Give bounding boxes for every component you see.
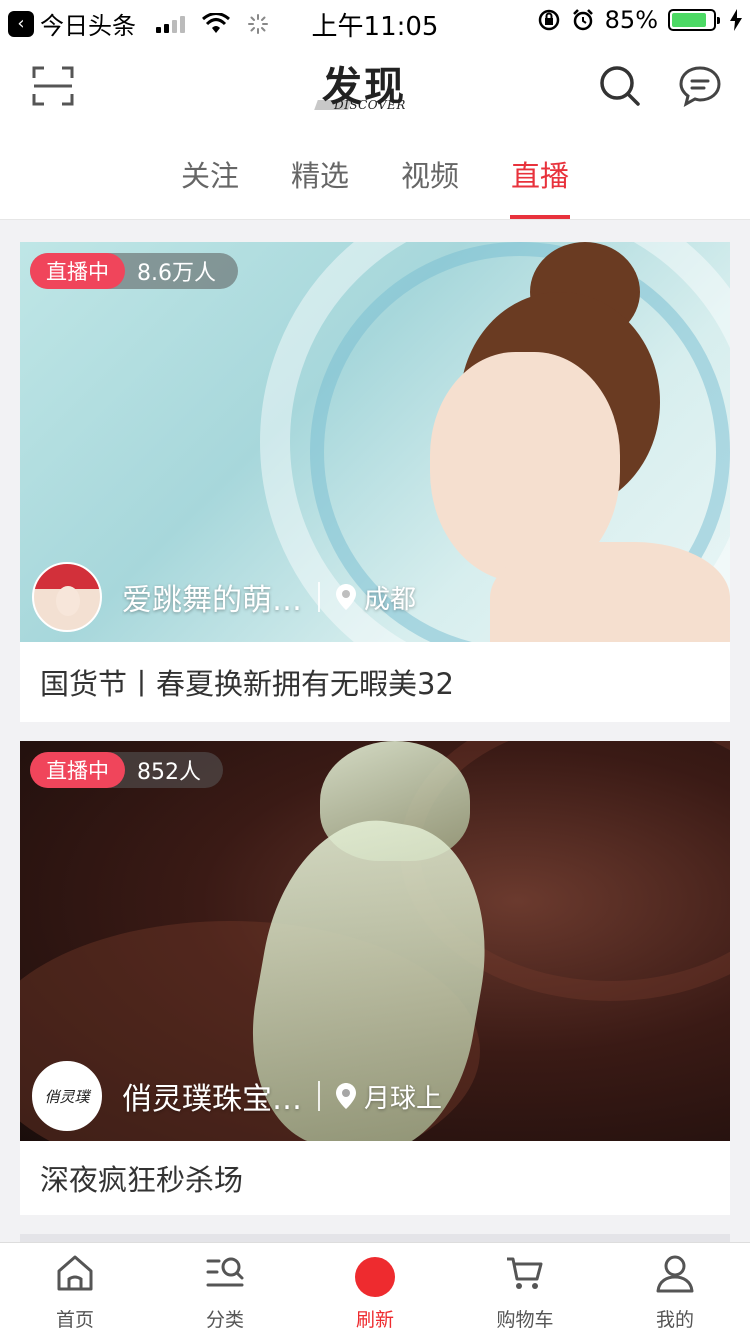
active-tab-indicator bbox=[510, 215, 570, 219]
tab-featured-label: 精选 bbox=[290, 159, 349, 193]
live-status-tag: 直播中 bbox=[30, 752, 125, 788]
live-cover-image[interactable]: 直播中 8.6万人 爱跳舞的萌… 成都 bbox=[20, 242, 730, 642]
battery-percent: 85% bbox=[604, 6, 658, 34]
streamer-name[interactable]: 俏灵璞珠宝… bbox=[122, 1074, 302, 1118]
logo-subtitle: DISCOVER bbox=[334, 98, 406, 112]
nav-category[interactable]: 分类 bbox=[150, 1243, 300, 1334]
live-title[interactable]: 深夜疯狂秒杀场 bbox=[20, 1141, 730, 1215]
nav-profile[interactable]: 我的 bbox=[600, 1243, 750, 1334]
discover-logo: 发现 DISCOVER bbox=[310, 54, 440, 118]
divider bbox=[318, 582, 320, 612]
tab-featured[interactable]: 精选 bbox=[280, 153, 360, 213]
live-card[interactable]: 直播中 8.6万人 爱跳舞的萌… 成都 国货节丨春夏换新拥有无暇美32 bbox=[20, 242, 730, 722]
streamer-location: 成都 bbox=[364, 584, 417, 615]
battery-icon bbox=[668, 9, 720, 31]
divider bbox=[318, 1081, 320, 1111]
message-icon[interactable] bbox=[678, 64, 722, 108]
scan-icon[interactable] bbox=[32, 66, 74, 106]
battery-fill bbox=[672, 13, 706, 27]
nav-cart-label: 购物车 bbox=[496, 1309, 554, 1331]
search-icon[interactable] bbox=[598, 64, 642, 108]
home-icon bbox=[57, 1255, 93, 1291]
avatar[interactable] bbox=[32, 562, 102, 632]
avatar[interactable]: 俏灵璞 bbox=[32, 1061, 102, 1131]
charging-icon bbox=[730, 9, 742, 31]
nav-cart[interactable]: 购物车 bbox=[450, 1243, 600, 1334]
user-icon bbox=[656, 1255, 694, 1293]
live-badge: 直播中 8.6万人 bbox=[30, 253, 238, 289]
model-shoulders bbox=[490, 542, 730, 642]
live-status-tag: 直播中 bbox=[30, 253, 125, 289]
rotation-lock-icon bbox=[538, 9, 559, 31]
avatar-logo-text: 俏灵璞 bbox=[44, 1087, 90, 1106]
nav-category-label: 分类 bbox=[205, 1309, 244, 1331]
nav-refresh-label: 刷新 bbox=[355, 1309, 394, 1331]
live-badge: 直播中 852人 bbox=[30, 752, 223, 788]
streamer-info[interactable]: 俏灵璞 俏灵璞珠宝… 月球上 bbox=[32, 1061, 442, 1131]
streamer-info[interactable]: 爱跳舞的萌… 成都 bbox=[32, 562, 416, 632]
refresh-dot-icon bbox=[355, 1257, 395, 1297]
location-pin-icon bbox=[336, 584, 356, 610]
streamer-name[interactable]: 爱跳舞的萌… bbox=[122, 575, 302, 619]
app-header: 发现 DISCOVER bbox=[0, 40, 750, 135]
nav-home-label: 首页 bbox=[55, 1309, 94, 1331]
tab-video[interactable]: 视频 bbox=[390, 153, 470, 213]
nav-refresh[interactable]: 刷新 bbox=[300, 1243, 450, 1334]
live-title[interactable]: 国货节丨春夏换新拥有无暇美32 bbox=[20, 642, 730, 722]
live-cover-image[interactable]: 直播中 852人 俏灵璞 俏灵璞珠宝… 月球上 bbox=[20, 741, 730, 1141]
streamer-location: 月球上 bbox=[364, 1083, 443, 1114]
nav-home[interactable]: 首页 bbox=[0, 1243, 150, 1334]
nav-profile-label: 我的 bbox=[655, 1309, 694, 1331]
status-bar: ‹ 今日头条 上午11:05 85% bbox=[0, 0, 750, 42]
viewer-count: 852人 bbox=[137, 760, 201, 785]
alarm-icon bbox=[572, 9, 593, 31]
tab-follow[interactable]: 关注 bbox=[170, 153, 250, 213]
status-right: 85% bbox=[537, 6, 742, 34]
tab-live[interactable]: 直播 bbox=[500, 153, 580, 219]
category-tabs: 关注 精选 视频 直播 bbox=[0, 135, 750, 220]
bottom-nav: 首页 分类 刷新 购物车 我的 bbox=[0, 1242, 750, 1334]
tab-live-label: 直播 bbox=[510, 159, 569, 193]
category-search-icon bbox=[206, 1257, 244, 1287]
location-pin-icon bbox=[336, 1083, 356, 1109]
live-card[interactable]: 直播中 852人 俏灵璞 俏灵璞珠宝… 月球上 深夜疯狂秒杀场 bbox=[20, 741, 730, 1215]
tab-follow-label: 关注 bbox=[180, 159, 239, 193]
tab-video-label: 视频 bbox=[400, 159, 459, 193]
cart-icon bbox=[507, 1257, 543, 1289]
viewer-count: 8.6万人 bbox=[137, 261, 216, 286]
